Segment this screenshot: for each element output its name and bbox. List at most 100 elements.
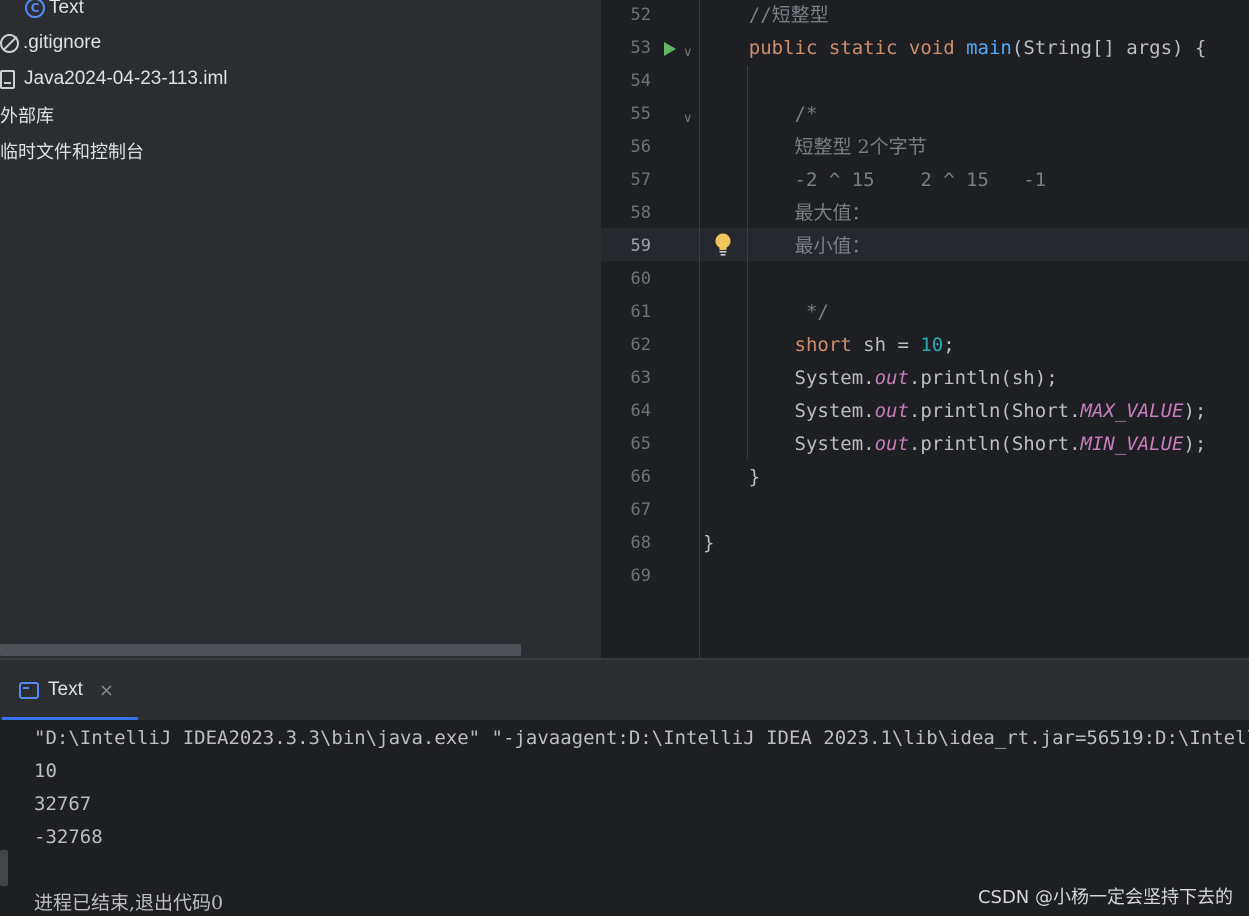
tree-item-external-libraries[interactable]: 外部库 bbox=[0, 98, 54, 132]
console-line-output: 32767 bbox=[34, 793, 92, 815]
code-text: 最大值： bbox=[703, 197, 871, 230]
code-text: } bbox=[703, 527, 714, 560]
code-text: } bbox=[703, 461, 760, 494]
code-token: .println(sh); bbox=[908, 367, 1058, 389]
console-line-output: -32768 bbox=[34, 826, 103, 848]
module-file-icon bbox=[0, 69, 15, 89]
line-number[interactable]: 63 bbox=[601, 362, 651, 395]
line-number[interactable]: 52 bbox=[601, 0, 651, 32]
tab-label: Text bbox=[48, 679, 83, 700]
code-token: System. bbox=[703, 433, 875, 455]
class-icon: C bbox=[25, 0, 45, 18]
code-text: */ bbox=[703, 296, 829, 329]
code-token: sh = bbox=[863, 334, 921, 356]
line-number[interactable]: 54 bbox=[601, 65, 651, 98]
line-number[interactable]: 60 bbox=[601, 263, 651, 296]
code-line[interactable]: 65 System.out.println(Short.MIN_VALUE); bbox=[601, 428, 1249, 461]
tree-item-gitignore[interactable]: .gitignore bbox=[0, 26, 101, 60]
code-token: (String[] args) { bbox=[1011, 37, 1207, 59]
code-token: } bbox=[703, 532, 715, 554]
code-token: 10 bbox=[920, 334, 944, 356]
tree-item-scratches[interactable]: 临时文件和控制台 bbox=[0, 134, 144, 168]
line-number[interactable]: 64 bbox=[601, 395, 651, 428]
line-number[interactable]: 59 bbox=[601, 230, 651, 263]
code-editor[interactable]: 52 //短整型 53 ∨ public static void main(Stri… bbox=[601, 0, 1249, 658]
run-icon[interactable] bbox=[664, 42, 676, 56]
code-token: .println(Short. bbox=[908, 433, 1081, 455]
terminal-icon bbox=[19, 681, 39, 699]
csdn-watermark: CSDN @小杨一定会坚持下去的 bbox=[977, 887, 1233, 908]
code-line[interactable]: 66 } bbox=[601, 461, 1249, 494]
code-line[interactable]: 53 ∨ public static void main(String[] arg… bbox=[601, 32, 1249, 65]
code-line[interactable]: 52 //短整型 bbox=[601, 0, 1249, 32]
code-text: 最小值： bbox=[703, 230, 871, 263]
line-number[interactable]: 68 bbox=[601, 527, 651, 560]
line-number[interactable]: 69 bbox=[601, 560, 651, 593]
tree-item-iml[interactable]: Java2024-04-23-113.iml bbox=[0, 62, 228, 96]
close-icon[interactable]: × bbox=[99, 680, 114, 701]
tree-item-label: 临时文件和控制台 bbox=[0, 142, 144, 163]
code-token: MAX_VALUE bbox=[1080, 400, 1184, 422]
code-token: */ bbox=[703, 301, 829, 323]
code-token: 最小值： bbox=[794, 235, 871, 257]
line-number[interactable]: 65 bbox=[601, 428, 651, 461]
code-line[interactable]: 68} bbox=[601, 527, 1249, 560]
line-number[interactable]: 62 bbox=[601, 329, 651, 362]
code-line[interactable]: 69 bbox=[601, 560, 1249, 593]
code-line[interactable]: 61 */ bbox=[601, 296, 1249, 329]
code-line[interactable]: 57 -2 ^ 15 2 ^ 15 -1 bbox=[601, 164, 1249, 197]
code-line[interactable]: 56 短整型 2个字节 bbox=[601, 131, 1249, 164]
code-text: 短整型 2个字节 bbox=[703, 131, 927, 164]
code-line[interactable]: 54 bbox=[601, 65, 1249, 98]
code-line[interactable]: 62 short sh = 10; bbox=[601, 329, 1249, 362]
code-line[interactable]: 64 System.out.println(Short.MAX_VALUE); bbox=[601, 395, 1249, 428]
run-tool-window-header: Text × bbox=[0, 660, 1249, 720]
line-number[interactable]: 66 bbox=[601, 461, 651, 494]
line-number[interactable]: 57 bbox=[601, 164, 651, 197]
code-token: MIN_VALUE bbox=[1080, 433, 1184, 455]
tree-item-label: 外部库 bbox=[0, 106, 54, 127]
tree-item-label: .gitignore bbox=[23, 32, 102, 53]
code-token: /* bbox=[703, 103, 818, 125]
line-number[interactable]: 53 bbox=[601, 32, 651, 65]
code-token: // bbox=[703, 4, 772, 26]
code-text: public static void main(String[] args) { bbox=[703, 32, 1207, 65]
horizontal-scrollbar[interactable] bbox=[0, 644, 521, 656]
code-token: 短整型 bbox=[771, 4, 829, 26]
code-line[interactable]: 63 System.out.println(sh); bbox=[601, 362, 1249, 395]
line-number[interactable]: 61 bbox=[601, 296, 651, 329]
code-token: out bbox=[874, 367, 909, 389]
code-text: System.out.println(sh); bbox=[703, 362, 1058, 395]
line-number[interactable]: 58 bbox=[601, 197, 651, 230]
code-token: short bbox=[703, 334, 864, 356]
code-line[interactable]: 60 bbox=[601, 263, 1249, 296]
gitignore-icon bbox=[0, 33, 19, 53]
code-line[interactable]: 67 bbox=[601, 494, 1249, 527]
code-text: /* bbox=[703, 98, 818, 131]
tree-item-text-class[interactable]: C Text bbox=[25, 0, 84, 25]
code-line[interactable]: 55 ∨ /* bbox=[601, 98, 1249, 131]
code-token: ); bbox=[1183, 400, 1207, 422]
line-number[interactable]: 56 bbox=[601, 131, 651, 164]
code-token: public static void bbox=[703, 37, 967, 59]
code-token: ); bbox=[1183, 433, 1207, 455]
code-line[interactable]: 59 最小值： bbox=[601, 230, 1249, 263]
tree-item-label: Text bbox=[49, 0, 84, 18]
code-line[interactable]: 58 最大值： bbox=[601, 197, 1249, 230]
console-toolbar-handle[interactable] bbox=[0, 850, 8, 886]
code-token: ; bbox=[943, 334, 955, 356]
code-token: main bbox=[966, 37, 1012, 59]
tab-run-text[interactable]: Text × bbox=[0, 660, 138, 720]
console-output[interactable]: "D:\IntelliJ IDEA2023.3.3\bin\java.exe" … bbox=[0, 720, 1249, 916]
line-number[interactable]: 67 bbox=[601, 494, 651, 527]
code-token: out bbox=[874, 400, 909, 422]
code-text: System.out.println(Short.MIN_VALUE); bbox=[703, 428, 1207, 461]
code-text: -2 ^ 15 2 ^ 15 -1 bbox=[703, 164, 1047, 197]
line-number[interactable]: 55 bbox=[601, 98, 651, 131]
project-tree-panel: C Text .gitignore Java2024-04-23-113.iml… bbox=[0, 0, 601, 658]
code-text: short sh = 10; bbox=[703, 329, 955, 362]
code-token: out bbox=[874, 433, 909, 455]
